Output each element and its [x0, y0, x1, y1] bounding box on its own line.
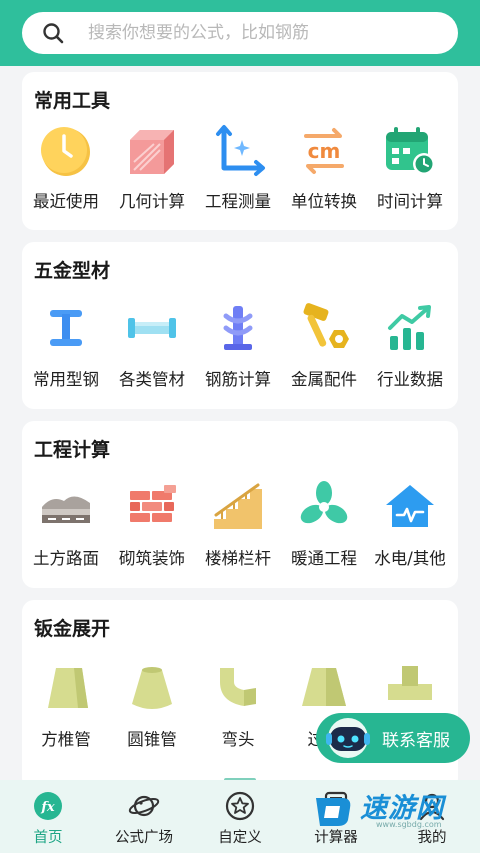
rebar-icon	[223, 306, 253, 350]
search-icon	[43, 23, 64, 44]
fan-icon	[300, 481, 348, 524]
svg-text:cm: cm	[308, 139, 341, 163]
stairs-icon	[214, 483, 262, 529]
trend-chart-icon	[388, 305, 431, 350]
cone-frustum-icon	[132, 667, 172, 709]
cm-convert-icon: cm	[304, 128, 344, 174]
tee-icon	[388, 666, 432, 700]
square-frustum-icon	[48, 668, 88, 708]
hammer-nut-icon	[303, 303, 349, 348]
house-pulse-icon	[386, 485, 434, 527]
clock-icon	[41, 127, 90, 176]
tool-recent[interactable]: 最近使用	[22, 122, 110, 212]
tool-masonry[interactable]: 砌筑装饰	[108, 479, 196, 569]
tool-cone-frustum[interactable]: 圆锥管	[108, 660, 196, 750]
earthwork-icon	[42, 496, 90, 523]
section-title: 钣金展开	[34, 618, 111, 640]
i-beam-icon	[50, 310, 82, 346]
tool-elbow[interactable]: 弯头	[194, 660, 282, 750]
tab-custom[interactable]: 自定义	[192, 780, 288, 853]
svg-text:fx: fx	[40, 800, 55, 815]
section-title: 常用工具	[34, 90, 111, 112]
tool-survey[interactable]: 工程测量	[194, 122, 282, 212]
watermark-icon	[316, 798, 351, 826]
axis-icon	[216, 125, 265, 176]
elbow-icon	[220, 668, 256, 706]
calendar-clock-icon	[386, 127, 435, 175]
section-title: 五金型材	[34, 260, 111, 282]
tool-rebar[interactable]: 钢筋计算	[194, 300, 282, 390]
search-bar[interactable]	[22, 12, 458, 54]
tab-formula-square[interactable]: 公式广场	[96, 780, 192, 853]
tab-home[interactable]: fx 首页	[0, 780, 96, 853]
transition-icon	[302, 668, 346, 706]
planet-icon	[128, 795, 160, 817]
section-hardware: 五金型材 常用型钢 各类管材 钢筋计算 金属配件 行业数据	[22, 242, 458, 409]
tool-metal-parts[interactable]: 金属配件	[280, 300, 368, 390]
tool-industry-data[interactable]: 行业数据	[366, 300, 454, 390]
tool-pipes[interactable]: 各类管材	[108, 300, 196, 390]
section-engineering: 工程计算 土方路面 砌筑装饰 楼梯栏杆 暖通工程 水电/其他	[22, 421, 458, 588]
tool-earthwork[interactable]: 土方路面	[22, 479, 110, 569]
search-input[interactable]	[88, 12, 438, 54]
tool-stairs[interactable]: 楼梯栏杆	[194, 479, 282, 569]
tool-hvac[interactable]: 暖通工程	[280, 479, 368, 569]
robot-icon	[326, 718, 370, 758]
section-title: 工程计算	[34, 439, 111, 461]
watermark-logo: 速游网 www.sgbdg.com	[304, 786, 480, 836]
contact-support-label: 联系客服	[382, 731, 450, 751]
brick-wall-icon	[130, 485, 176, 522]
contact-support-button[interactable]: 联系客服	[316, 713, 470, 763]
tool-steel-section[interactable]: 常用型钢	[22, 300, 110, 390]
tool-utilities[interactable]: 水电/其他	[366, 479, 454, 569]
watermark-url: www.sgbdg.com	[376, 820, 442, 829]
tool-time-calc[interactable]: 时间计算	[366, 122, 454, 212]
section-common-tools: 常用工具 最近使用 几何计算 工程测量 cm 单位转换 时间计算	[22, 72, 458, 230]
tool-square-frustum[interactable]: 方椎管	[22, 660, 110, 750]
fx-icon: fx	[34, 792, 62, 820]
top-bar	[0, 0, 480, 66]
cube-icon	[130, 130, 174, 174]
pipe-icon	[128, 318, 176, 338]
tool-geometry[interactable]: 几何计算	[108, 122, 196, 212]
tool-unit-convert[interactable]: cm 单位转换	[280, 122, 368, 212]
star-icon	[225, 791, 255, 821]
